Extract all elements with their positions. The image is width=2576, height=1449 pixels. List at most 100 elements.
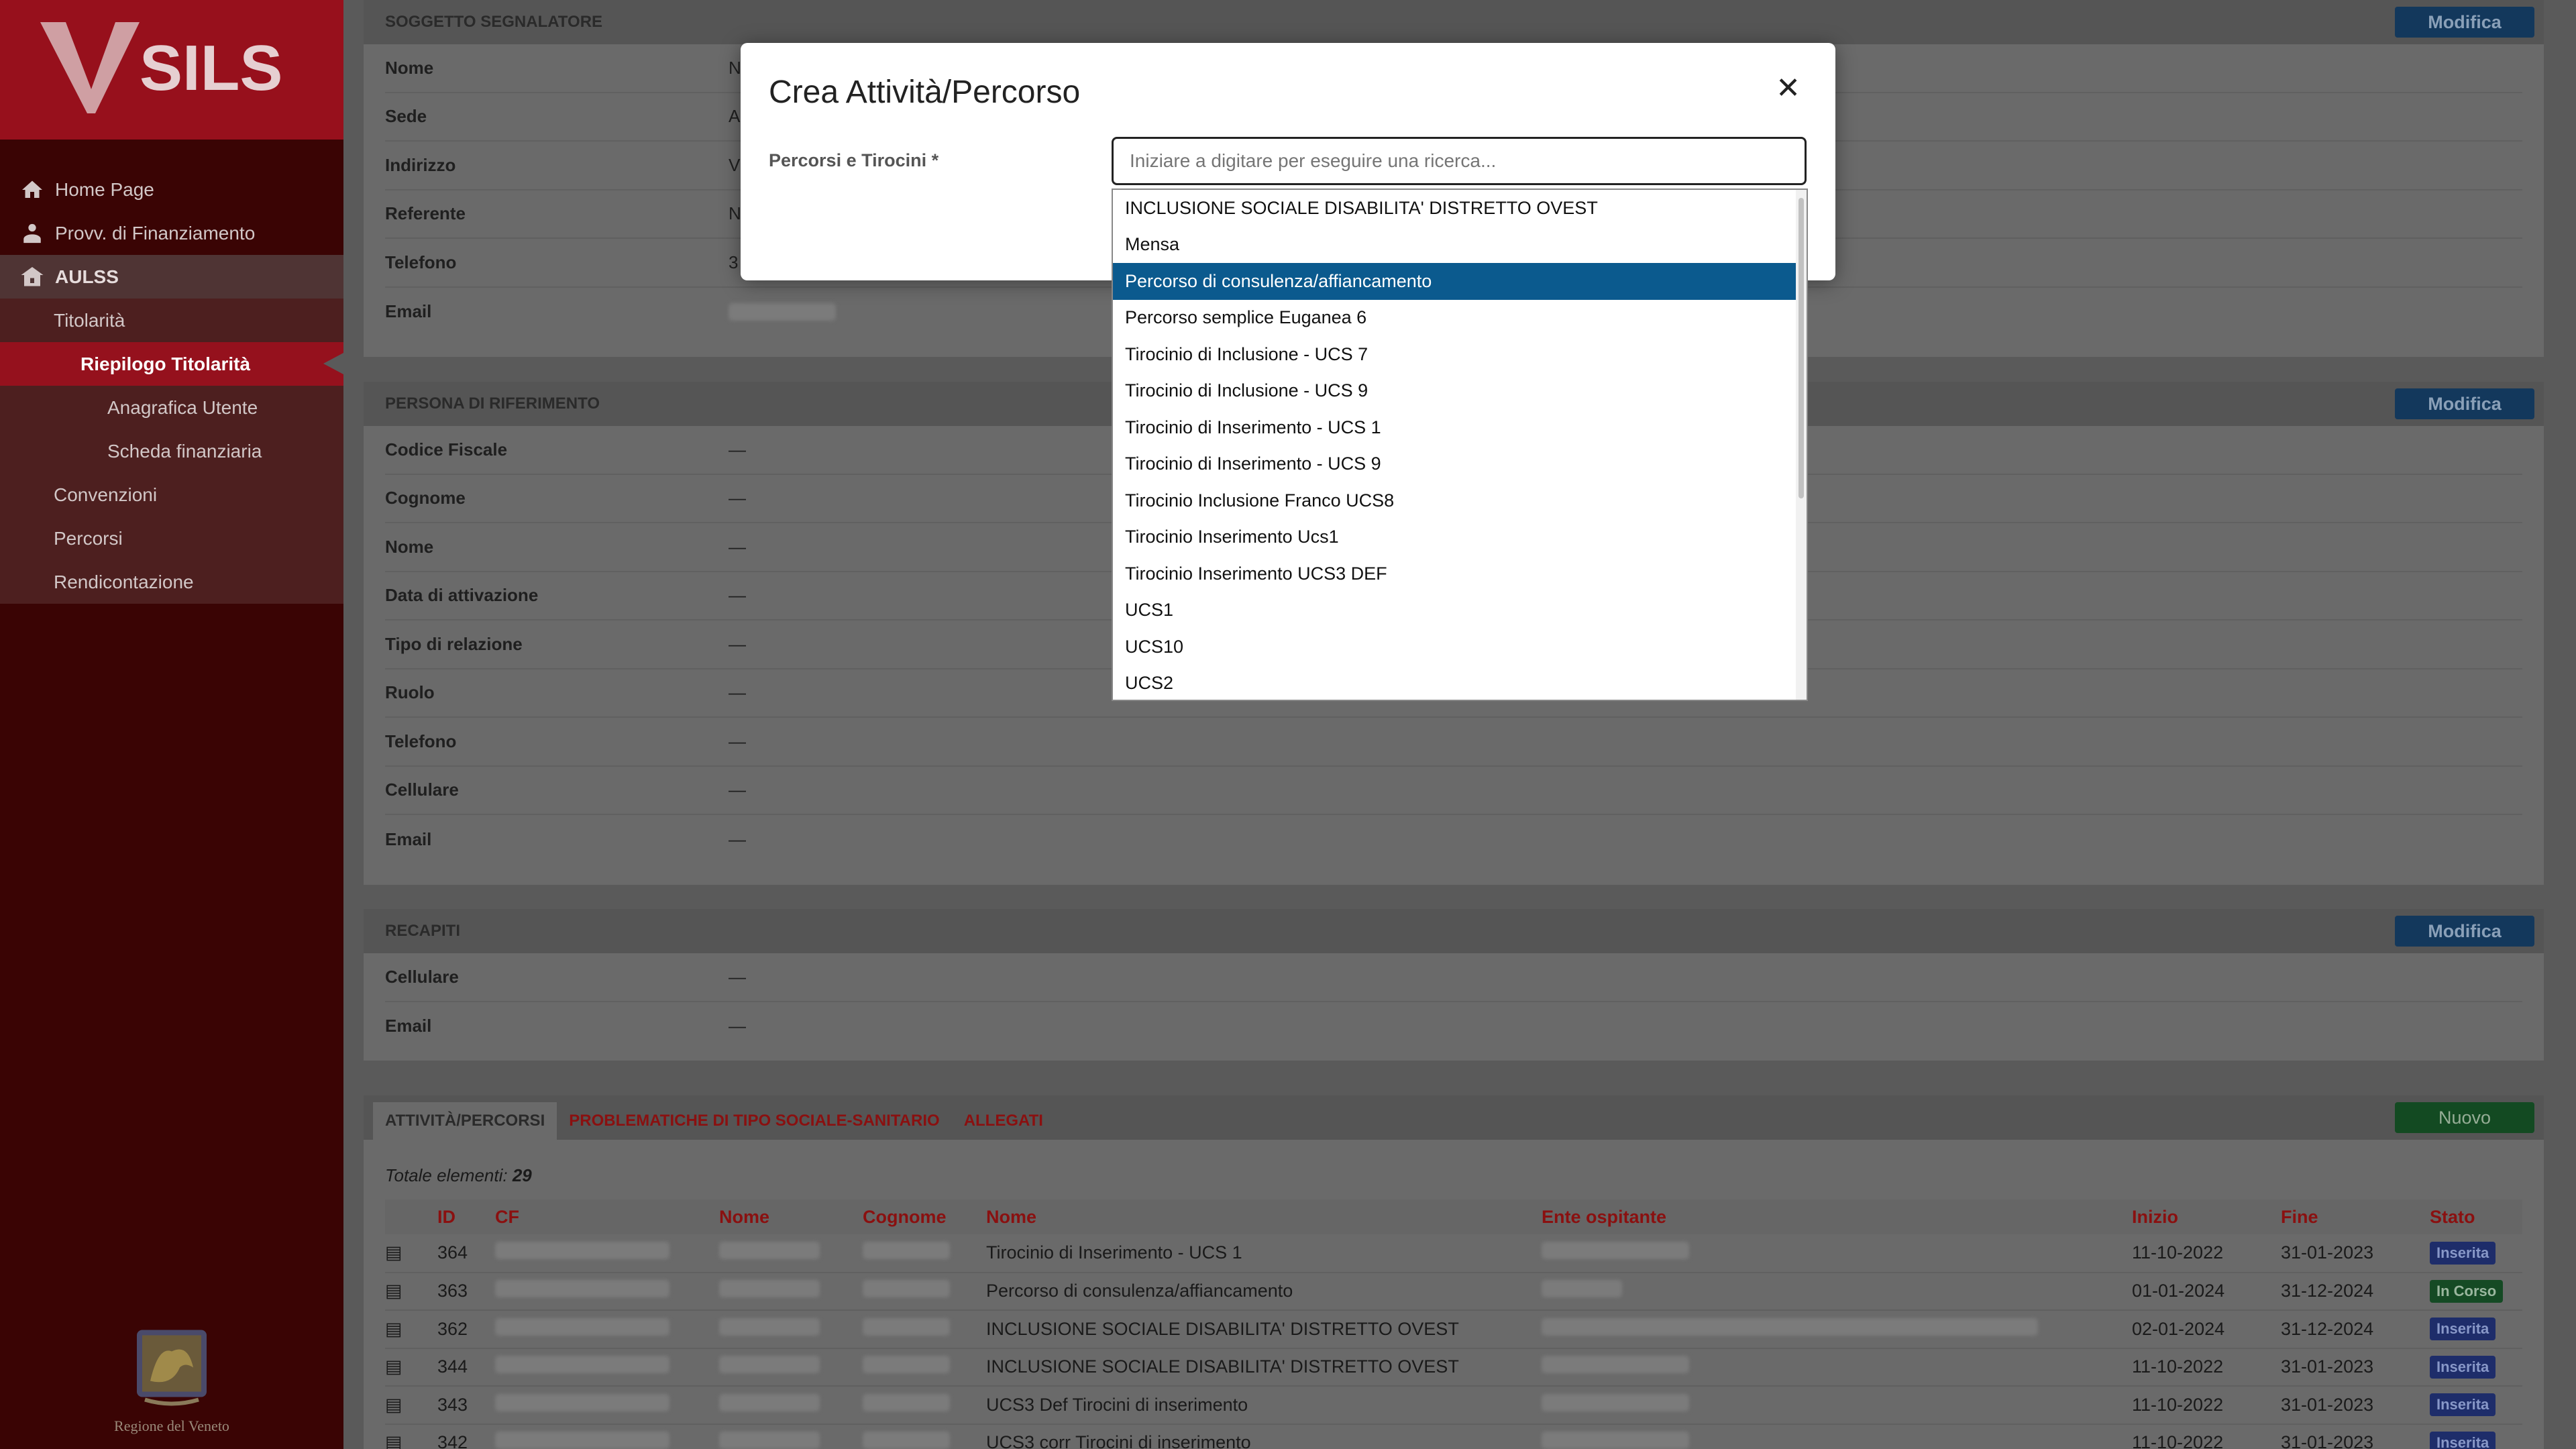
sidebar-item-convenzioni[interactable]: Convenzioni	[0, 473, 343, 517]
col-nome-percorso[interactable]: Nome	[986, 1199, 1542, 1234]
detail-icon[interactable]: ▤	[385, 1432, 402, 1449]
sidebar-item-finanziamento[interactable]: Provv. di Finanziamento	[0, 211, 343, 255]
detail-icon[interactable]: ▤	[385, 1319, 402, 1339]
dropdown-option[interactable]: Tirocinio di Inclusione - UCS 9	[1113, 373, 1807, 410]
col-fine[interactable]: Fine	[2281, 1199, 2430, 1234]
dropdown-option[interactable]: Tirocinio di Inserimento - UCS 9	[1113, 446, 1807, 483]
detail-value: A	[729, 106, 741, 127]
percorsi-dropdown: INCLUSIONE SOCIALE DISABILITA' DISTRETTO…	[1112, 189, 1808, 701]
sidebar-item-riepilogo-titolarita[interactable]: Riepilogo Titolarità	[0, 342, 343, 386]
dropdown-scrollbar[interactable]	[1796, 190, 1807, 700]
detail-label: Email	[385, 828, 432, 849]
detail-label: Telefono	[385, 731, 457, 751]
tab-attivita-percorsi[interactable]: ATTIVITÀ/PERCORSI	[373, 1102, 557, 1140]
detail-label: Telefono	[385, 252, 457, 272]
dropdown-option[interactable]: Tirocinio di Inclusione - UCS 7	[1113, 336, 1807, 373]
user-icon	[19, 220, 46, 247]
recapiti-card: RECAPITI Modifica Cellulare — Email —	[364, 909, 2544, 1061]
sidebar-item-scheda-finanziaria[interactable]: Scheda finanziaria	[0, 429, 343, 473]
detail-value: 3	[729, 252, 739, 272]
status-badge: Inserita	[2430, 1355, 2496, 1379]
sidebar-item-label: Convenzioni	[54, 484, 158, 505]
detail-label: Indirizzo	[385, 154, 456, 175]
dropdown-option[interactable]: Mensa	[1113, 227, 1807, 264]
sidebar-item-label: Anagrafica Utente	[107, 396, 258, 418]
dropdown-option[interactable]: UCS10	[1113, 629, 1807, 665]
status-badge: Inserita	[2430, 1318, 2496, 1341]
dropdown-option[interactable]: UCS2	[1113, 665, 1807, 700]
dropdown-option[interactable]: Percorso semplice Euganea 6	[1113, 300, 1807, 337]
new-button[interactable]: Nuovo	[2395, 1102, 2534, 1133]
col-nome[interactable]: Nome	[719, 1199, 863, 1234]
sidebar-item-label: Rendicontazione	[54, 571, 194, 592]
detail-icon[interactable]: ▤	[385, 1356, 402, 1377]
table-row[interactable]: ▤ 362 INCLUSIONE SOCIALE DISABILITA' DIS…	[385, 1310, 2522, 1349]
table-row[interactable]: ▤ 342 UCS3 corr Tirocini di inserimento …	[385, 1424, 2522, 1449]
logo-icon: SILS	[40, 22, 282, 113]
attivita-card: ATTIVITÀ/PERCORSI PROBLEMATICHE DI TIPO …	[364, 1095, 2544, 1449]
sidebar-item-anagrafica-utente[interactable]: Anagrafica Utente	[0, 386, 343, 429]
section-title: RECAPITI	[385, 922, 461, 940]
table-row[interactable]: ▤ 363 Percorso di consulenza/affiancamen…	[385, 1272, 2522, 1311]
sidebar-item-rendicontazione[interactable]: Rendicontazione	[0, 560, 343, 604]
dropdown-option[interactable]: Tirocinio Inserimento UCS3 DEF	[1113, 555, 1807, 592]
table-row[interactable]: ▤ 344 INCLUSIONE SOCIALE DISABILITA' DIS…	[385, 1348, 2522, 1387]
dropdown-option[interactable]: UCS1	[1113, 592, 1807, 629]
dropdown-option[interactable]: Tirocinio di Inserimento - UCS 1	[1113, 409, 1807, 446]
sils-logo[interactable]: SILS	[0, 0, 343, 140]
col-cf[interactable]: CF	[495, 1199, 719, 1234]
dropdown-option-selected[interactable]: Percorso di consulenza/affiancamento	[1113, 263, 1807, 300]
regione-label: Regione del Veneto	[114, 1417, 229, 1434]
detail-label: Nome	[385, 57, 434, 78]
attivita-table: ID CF Nome Cognome Nome Ente ospitante I…	[385, 1199, 2522, 1449]
detail-label: Ruolo	[385, 682, 435, 703]
edit-button[interactable]: Modifica	[2395, 388, 2534, 419]
sidebar-item-label: Scheda finanziaria	[107, 440, 262, 462]
detail-label: Codice Fiscale	[385, 439, 508, 460]
detail-label: Cellulare	[385, 966, 459, 987]
close-icon[interactable]: ✕	[1776, 71, 1801, 105]
sidebar: SILS Home Page Provv. di Finanziamento A…	[0, 0, 343, 1449]
dropdown-option[interactable]: Tirocinio Inclusione Franco UCS8	[1113, 482, 1807, 519]
edit-button[interactable]: Modifica	[2395, 916, 2534, 947]
percorsi-search-input[interactable]	[1112, 137, 1807, 185]
detail-icon[interactable]: ▤	[385, 1395, 402, 1415]
detail-icon[interactable]: ▤	[385, 1281, 402, 1301]
detail-icon[interactable]: ▤	[385, 1242, 402, 1263]
detail-value: —	[729, 585, 746, 606]
table-row[interactable]: ▤ 343 UCS3 Def Tirocini di inserimento 1…	[385, 1386, 2522, 1425]
detail-value: N	[729, 203, 741, 224]
detail-label: Cellulare	[385, 780, 459, 800]
detail-label: Cognome	[385, 488, 466, 508]
dropdown-option[interactable]: Tirocinio Inserimento Ucs1	[1113, 519, 1807, 556]
edit-button[interactable]: Modifica	[2395, 7, 2534, 38]
detail-value: —	[729, 439, 746, 460]
svg-text:SILS: SILS	[140, 32, 282, 104]
detail-value: N	[729, 57, 741, 78]
detail-label: Email	[385, 1016, 432, 1036]
status-badge: Inserita	[2430, 1241, 2496, 1265]
detail-value: V	[729, 154, 741, 175]
col-id[interactable]: ID	[437, 1199, 495, 1234]
sidebar-item-home[interactable]: Home Page	[0, 168, 343, 211]
table-row[interactable]: ▤ 364 Tirocinio di Inserimento - UCS 1 1…	[385, 1234, 2522, 1273]
col-inizio[interactable]: Inizio	[2132, 1199, 2281, 1234]
detail-label: Email	[385, 301, 432, 322]
detail-value: —	[729, 780, 746, 800]
status-badge: Inserita	[2430, 1393, 2496, 1417]
col-cognome[interactable]: Cognome	[863, 1199, 986, 1234]
sidebar-item-aulss[interactable]: AULSS	[0, 255, 343, 299]
sidebar-item-percorsi[interactable]: Percorsi	[0, 517, 343, 560]
detail-value: —	[729, 966, 746, 987]
sidebar-item-label: Home Page	[55, 178, 154, 200]
tab-problematiche[interactable]: PROBLEMATICHE DI TIPO SOCIALE-SANITARIO	[557, 1102, 951, 1140]
scrollbar-thumb[interactable]	[1799, 198, 1804, 498]
dropdown-option[interactable]: INCLUSIONE SOCIALE DISABILITA' DISTRETTO…	[1113, 190, 1807, 227]
sidebar-item-titolarita[interactable]: Titolarità	[0, 299, 343, 342]
building-icon	[19, 264, 46, 290]
detail-row: Cellulare —	[385, 767, 2522, 815]
lion-crest-icon	[137, 1330, 207, 1406]
tab-allegati[interactable]: ALLEGATI	[952, 1102, 1055, 1140]
col-ente-ospitante[interactable]: Ente ospitante	[1542, 1199, 2132, 1234]
col-stato[interactable]: Stato	[2430, 1199, 2522, 1234]
